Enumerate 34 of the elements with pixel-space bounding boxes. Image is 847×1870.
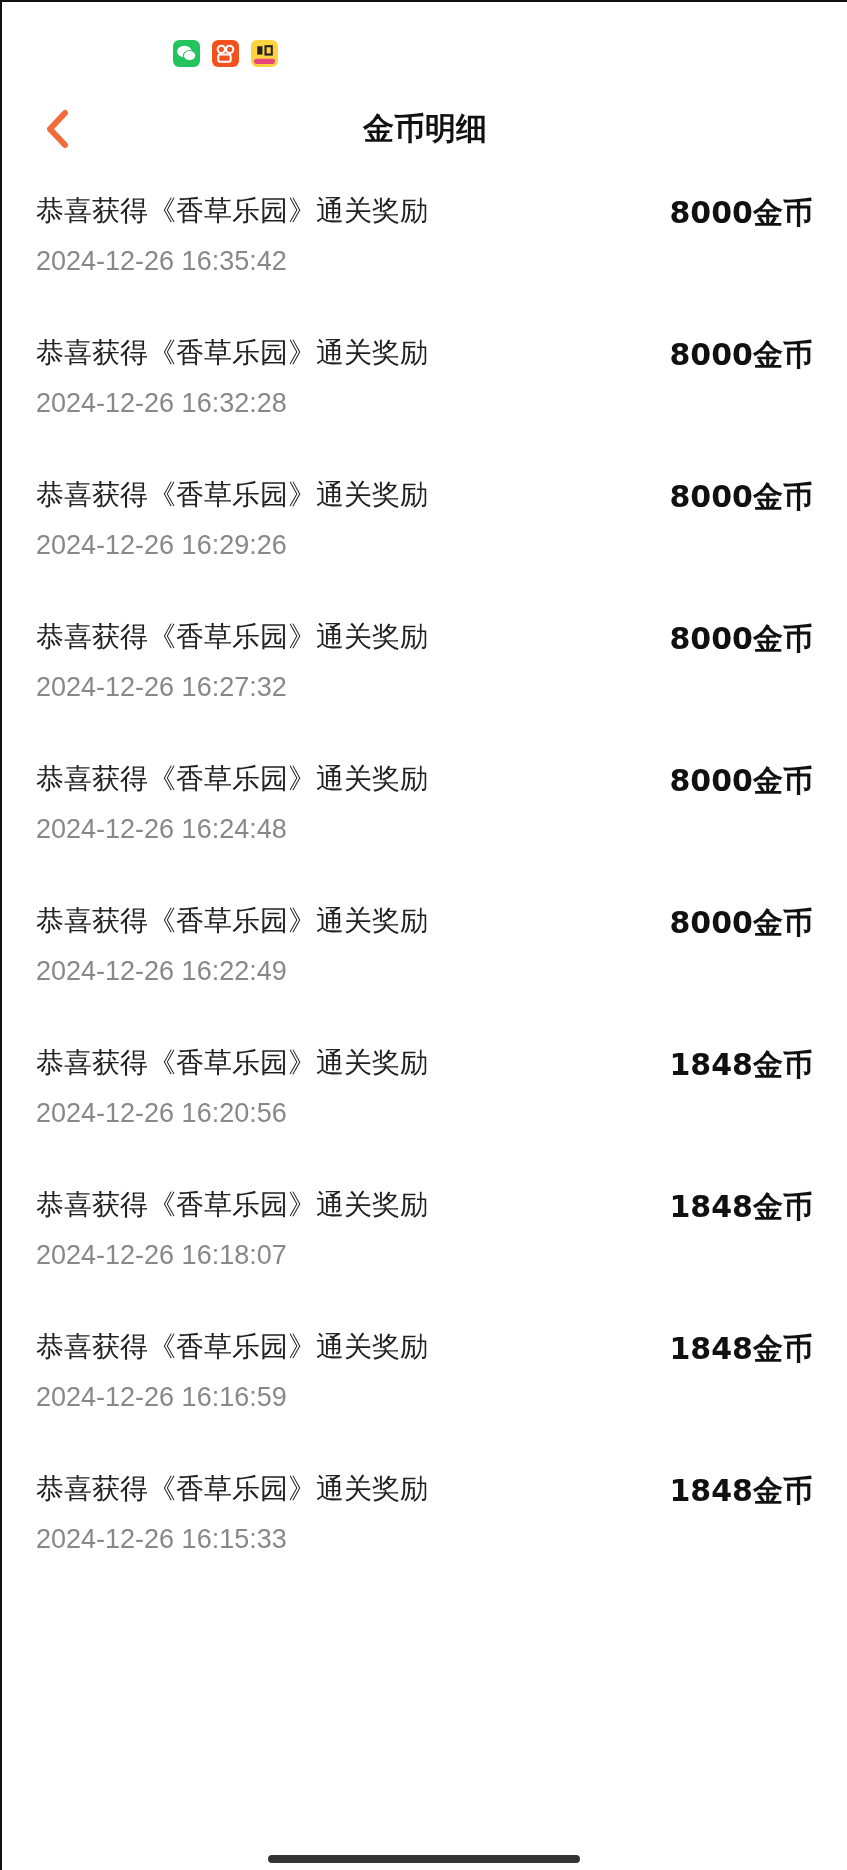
coin-amount: 1848金币 xyxy=(669,1330,813,1367)
back-icon[interactable] xyxy=(45,109,69,149)
coin-amount: 8000金币 xyxy=(669,762,813,799)
record-time: 2024-12-26 16:24:48 xyxy=(36,813,288,846)
coin-amount: 8000金币 xyxy=(669,904,813,941)
record-title: 恭喜获得《香草乐园》通关奖励 xyxy=(36,1329,428,1365)
record-title: 恭喜获得《香草乐园》通关奖励 xyxy=(36,761,428,797)
record-title: 恭喜获得《香草乐园》通关奖励 xyxy=(36,1045,428,1081)
record-time: 2024-12-26 16:35:42 xyxy=(36,245,288,278)
record-title: 恭喜获得《香草乐园》通关奖励 xyxy=(36,1471,428,1507)
record-time: 2024-12-26 16:22:49 xyxy=(36,955,288,988)
record-title: 恭喜获得《香草乐园》通关奖励 xyxy=(36,477,428,513)
record-title: 恭喜获得《香草乐园》通关奖励 xyxy=(36,193,428,229)
record-time: 2024-12-26 16:15:33 xyxy=(36,1523,288,1556)
record-title: 恭喜获得《香草乐园》通关奖励 xyxy=(36,903,428,939)
coin-amount: 8000金币 xyxy=(669,336,813,373)
record-title: 恭喜获得《香草乐园》通关奖励 xyxy=(36,1187,428,1223)
record-time: 2024-12-26 16:32:28 xyxy=(36,387,288,420)
chat-app-icon xyxy=(173,40,200,67)
coin-amount: 1848金币 xyxy=(669,1472,813,1509)
page-title: 金币明细 xyxy=(362,109,487,148)
record-time: 2024-12-26 16:16:59 xyxy=(36,1381,288,1414)
record-title: 恭喜获得《香草乐园》通关奖励 xyxy=(36,619,428,655)
video-app-icon xyxy=(212,40,239,67)
coin-amount: 8000金币 xyxy=(669,194,813,231)
record-title: 恭喜获得《香草乐园》通关奖励 xyxy=(36,335,428,371)
coin-amount: 1848金币 xyxy=(669,1188,813,1225)
record-time: 2024-12-26 16:29:26 xyxy=(36,529,288,562)
record-time: 2024-12-26 16:18:07 xyxy=(36,1239,288,1272)
coin-amount: 8000金币 xyxy=(669,620,813,657)
record-time: 2024-12-26 16:20:56 xyxy=(36,1097,288,1130)
record-time: 2024-12-26 16:27:32 xyxy=(36,671,288,704)
coin-amount: 8000金币 xyxy=(669,478,813,515)
coin-amount: 1848金币 xyxy=(669,1046,813,1083)
